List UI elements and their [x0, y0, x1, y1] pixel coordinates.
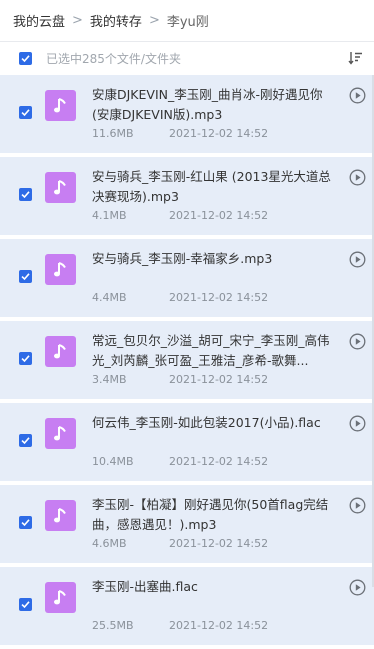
music-note-icon [45, 500, 76, 531]
file-row[interactable]: 安康DJKEVIN_李玉刚_曲肖冰-刚好遇见你(安康DJKEVIN版).mp3 … [0, 75, 374, 157]
chevron-right-icon: > [72, 13, 83, 28]
file-name: 安与骑兵_李玉刚-幸福家乡.mp3 [92, 251, 273, 266]
file-row[interactable]: 常远_包贝尔_沙溢_胡可_宋宁_李玉刚_高伟光_刘芮麟_张可盈_王雅洁_彦希-歌… [0, 321, 374, 403]
music-note-icon [45, 418, 76, 449]
sort-icon[interactable] [348, 51, 363, 68]
play-icon[interactable] [349, 415, 366, 436]
file-size: 10.4MB [92, 455, 134, 468]
breadcrumb-my-cloud[interactable]: 我的云盘 [13, 11, 65, 30]
music-note-icon [45, 172, 76, 203]
breadcrumb-current-folder: 李yu刚 [166, 15, 209, 30]
chevron-right-icon: > [148, 13, 160, 28]
file-meta: 3.4MB 2021-12-02 14:52 [92, 373, 268, 386]
breadcrumb: 我的云盘 > 我的转存 > 李yu刚 [0, 0, 374, 42]
file-row[interactable]: 安与骑兵_李玉刚-红山果 (2013星光大道总决赛现场).mp3 4.1MB 20… [0, 157, 374, 239]
file-date: 2021-12-02 14:52 [169, 127, 269, 140]
music-note-icon [45, 254, 76, 285]
file-size: 4.4MB [92, 291, 127, 304]
play-icon[interactable] [349, 333, 366, 354]
file-checkbox[interactable] [19, 188, 32, 201]
play-icon[interactable] [349, 87, 366, 108]
file-checkbox[interactable] [19, 434, 32, 447]
file-checkbox[interactable] [19, 516, 32, 529]
file-size: 3.4MB [92, 373, 127, 386]
file-row[interactable]: 李玉刚-出塞曲.flac 25.5MB 2021-12-02 14:52 [0, 567, 374, 649]
file-name: 安康DJKEVIN_李玉刚_曲肖冰-刚好遇见你(安康DJKEVIN版).mp3 [92, 87, 323, 122]
file-meta: 10.4MB 2021-12-02 14:52 [92, 455, 268, 468]
file-date: 2021-12-02 14:52 [169, 537, 269, 550]
file-size: 11.6MB [92, 127, 134, 140]
file-row[interactable]: 安与骑兵_李玉刚-幸福家乡.mp3 4.4MB 2021-12-02 14:52 [0, 239, 374, 321]
music-note-icon [45, 336, 76, 367]
file-list: 安康DJKEVIN_李玉刚_曲肖冰-刚好遇见你(安康DJKEVIN版).mp3 … [0, 75, 374, 649]
file-checkbox[interactable] [19, 106, 32, 119]
play-icon[interactable] [349, 497, 366, 518]
file-meta: 11.6MB 2021-12-02 14:52 [92, 127, 268, 140]
file-date: 2021-12-02 14:52 [169, 455, 269, 468]
file-checkbox[interactable] [19, 270, 32, 283]
file-meta: 4.1MB 2021-12-02 14:52 [92, 209, 268, 222]
file-size: 4.6MB [92, 537, 127, 550]
file-checkbox[interactable] [19, 598, 32, 611]
file-size: 25.5MB [92, 619, 134, 632]
select-all-checkbox[interactable] [19, 52, 32, 65]
file-date: 2021-12-02 14:52 [169, 209, 269, 222]
play-icon[interactable] [349, 169, 366, 190]
file-name: 安与骑兵_李玉刚-红山果 (2013星光大道总决赛现场).mp3 [92, 169, 331, 204]
file-date: 2021-12-02 14:52 [169, 619, 269, 632]
file-name: 李玉刚-【柏凝】刚好遇见你(50首flag完结曲，感恩遇见！).mp3 [92, 497, 329, 532]
file-checkbox[interactable] [19, 352, 32, 365]
file-size: 4.1MB [92, 209, 127, 222]
breadcrumb-my-transfers[interactable]: 我的转存 [90, 11, 142, 30]
play-icon[interactable] [349, 251, 366, 272]
file-meta: 4.6MB 2021-12-02 14:52 [92, 537, 268, 550]
file-meta: 4.4MB 2021-12-02 14:52 [92, 291, 268, 304]
selection-count-text: 已选中285个文件/文件夹 [46, 52, 181, 66]
file-row[interactable]: 何云伟_李玉刚-如此包装2017(小品).flac 10.4MB 2021-12-… [0, 403, 374, 485]
file-name: 李玉刚-出塞曲.flac [92, 579, 198, 594]
music-note-icon [45, 90, 76, 121]
file-meta: 25.5MB 2021-12-02 14:52 [92, 619, 268, 632]
file-name: 常远_包贝尔_沙溢_胡可_宋宁_李玉刚_高伟光_刘芮麟_张可盈_王雅洁_彦希-歌… [92, 333, 330, 368]
file-date: 2021-12-02 14:52 [169, 373, 269, 386]
play-icon[interactable] [349, 579, 366, 600]
selection-bar: 已选中285个文件/文件夹 [0, 42, 374, 75]
file-date: 2021-12-02 14:52 [169, 291, 269, 304]
file-name: 何云伟_李玉刚-如此包装2017(小品).flac [92, 415, 321, 430]
file-row[interactable]: 李玉刚-【柏凝】刚好遇见你(50首flag完结曲，感恩遇见！).mp3 4.6M… [0, 485, 374, 567]
